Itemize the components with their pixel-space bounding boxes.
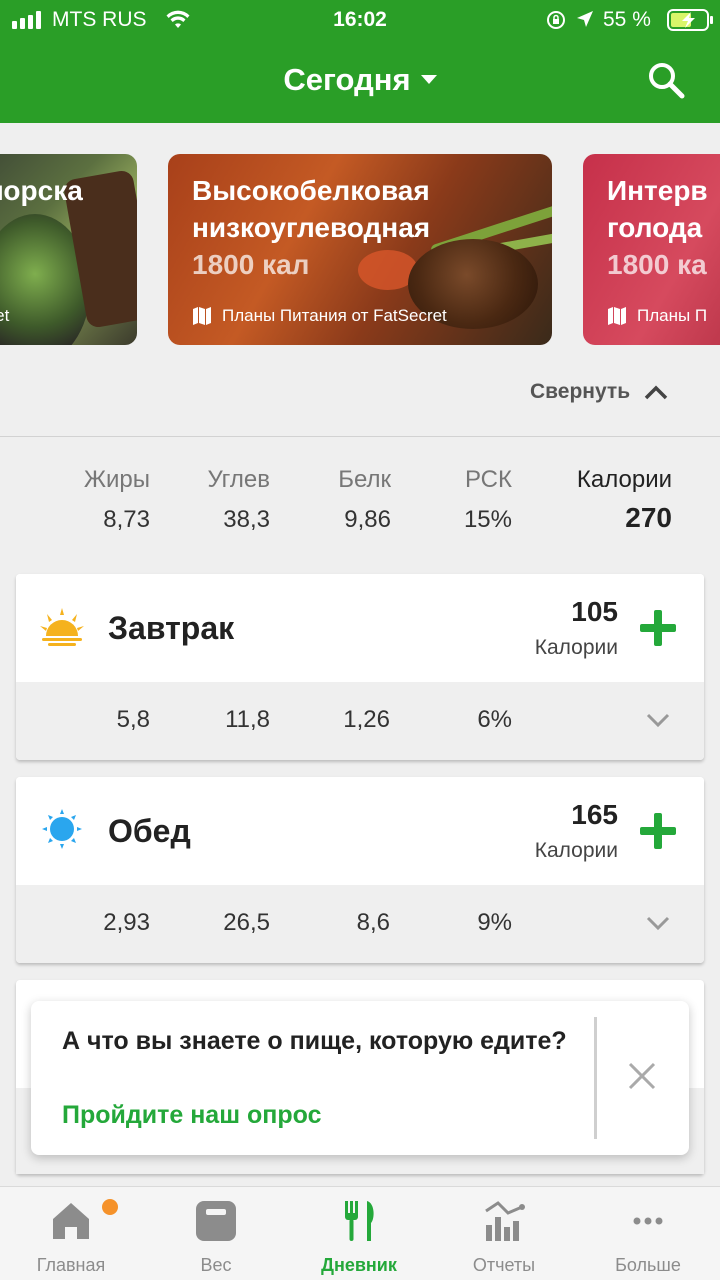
total-calories: Калории 270 [540, 466, 672, 534]
total-protein: Белк 9,86 [280, 466, 391, 534]
meal-carbs: 26,5 [223, 909, 270, 936]
sunrise-icon [40, 608, 84, 646]
meal-nutrients-row[interactable]: 5,8 11,8 1,26 6% [16, 682, 704, 760]
meal-plan-banner[interactable]: Высокобелковая низкоуглеводная 1800 кал … [168, 154, 552, 345]
banner-title: Высокобелковая [192, 175, 430, 206]
chevron-down-icon[interactable] [646, 712, 670, 728]
map-icon [608, 307, 626, 325]
battery-percent: 55 % [603, 8, 651, 31]
tab-diary[interactable]: Дневник [289, 1187, 429, 1280]
meal-name: Обед [108, 813, 191, 849]
banner-footer: atSecret [0, 306, 10, 325]
tab-label: Отчеты [472, 1255, 536, 1275]
meal-rdi: 6% [477, 706, 512, 733]
close-icon[interactable] [627, 1061, 657, 1091]
meal-plan-banner[interactable]: Интерв голода 1800 ка Планы П [583, 154, 720, 345]
meal-nutrients-row[interactable]: 2,93 26,5 8,6 9% [16, 885, 704, 963]
total-fat-value: 8,73 [103, 506, 150, 533]
meal-protein: 1,26 [343, 706, 390, 733]
meal-rdi: 9% [477, 909, 512, 936]
meal-header[interactable]: Завтрак 105 Калории [16, 574, 704, 682]
meal-calories-label: Калории [534, 839, 618, 862]
meal-fat: 5,8 [116, 706, 150, 733]
total-rdi-label: РСК [464, 466, 512, 493]
chevron-up-icon [644, 385, 668, 400]
meal-calories: 165 [571, 799, 618, 830]
tab-home[interactable]: Главная [1, 1187, 141, 1280]
add-food-button[interactable] [638, 811, 678, 851]
map-icon [193, 307, 211, 325]
battery-charging-icon [667, 9, 713, 31]
status-bar: MTS RUS 16:02 55 % [0, 0, 720, 40]
tab-weight[interactable]: Вес [146, 1187, 286, 1280]
fork-knife-icon [345, 1201, 374, 1241]
meal-card-breakfast: Завтрак 105 Калории 5,8 11,8 1,26 6% [16, 574, 704, 760]
tab-label: Вес [200, 1255, 232, 1275]
meal-calories-label: Калории [534, 636, 618, 659]
survey-link[interactable]: Пройдите наш опрос [62, 1101, 322, 1130]
collapse-label: Свернуть [530, 380, 631, 403]
total-fat-label: Жиры [83, 466, 150, 493]
location-arrow-icon [577, 11, 593, 27]
divider [594, 1017, 597, 1139]
total-protein-label: Белк [338, 466, 391, 493]
divider [0, 436, 720, 437]
total-rdi: РСК 15% [400, 466, 512, 534]
sun-icon [42, 809, 82, 849]
banner-title: лорска [0, 175, 83, 206]
banner-calories: 1800 кал [192, 249, 310, 280]
banner-footer: Планы Питания от FatSecret [222, 306, 447, 325]
tab-more[interactable]: Больше [578, 1187, 718, 1280]
meal-name: Завтрак [108, 610, 235, 646]
meal-carbs: 11,8 [225, 706, 270, 733]
meal-plan-banner[interactable]: лорска atSecret [0, 154, 137, 345]
app-header: MTS RUS 16:02 55 % Сегодня [0, 0, 720, 123]
rotation-lock-icon [547, 11, 565, 29]
survey-popup: А что вы знаете о пище, которую едите? П… [31, 1001, 689, 1155]
tab-label: Больше [615, 1255, 681, 1275]
banner-title: Интерв [607, 175, 708, 206]
banner-calories: 1800 ка [607, 249, 707, 280]
meal-card-lunch: Обед 165 Калории 2,93 26,5 8,6 9% [16, 777, 704, 963]
chevron-down-icon [420, 75, 437, 84]
notification-dot [102, 1199, 118, 1215]
tab-label: Главная [36, 1255, 106, 1275]
tab-bar: Главная Вес Дневник Отчеты Больше [0, 1186, 720, 1280]
banner-subtitle: голода [607, 212, 703, 243]
page-title: Сегодня [283, 62, 411, 97]
date-selector[interactable]: Сегодня [0, 62, 720, 98]
total-carbs-label: Углев [207, 466, 271, 493]
daily-totals: Жиры 8,73 Углев 38,3 Белк 9,86 РСК 15% К… [0, 466, 720, 546]
total-carbs-value: 38,3 [223, 506, 270, 533]
collapse-button[interactable]: Свернуть [530, 380, 668, 404]
meal-protein: 8,6 [356, 909, 390, 936]
reports-icon [485, 1201, 525, 1241]
add-food-button[interactable] [638, 608, 678, 648]
home-icon [53, 1203, 89, 1239]
total-calories-label: Калории [576, 466, 672, 493]
total-calories-value: 270 [625, 502, 672, 533]
tab-label: Дневник [321, 1255, 397, 1275]
scale-icon [196, 1201, 236, 1241]
meal-header[interactable]: Обед 165 Калории [16, 777, 704, 885]
more-icon [633, 1217, 663, 1225]
total-protein-value: 9,86 [344, 506, 391, 533]
total-carbs: Углев 38,3 [160, 466, 271, 534]
banner-subtitle: низкоуглеводная [192, 212, 431, 243]
banner-footer: Планы П [637, 306, 708, 325]
total-fat: Жиры 8,73 [40, 466, 150, 534]
total-rdi-value: 15% [463, 506, 512, 533]
meal-calories: 105 [571, 596, 618, 627]
tab-reports[interactable]: Отчеты [434, 1187, 574, 1280]
search-icon[interactable] [646, 60, 686, 100]
meal-fat: 2,93 [103, 909, 150, 936]
survey-question: А что вы знаете о пище, которую едите? [62, 1027, 567, 1055]
chevron-down-icon[interactable] [646, 915, 670, 931]
